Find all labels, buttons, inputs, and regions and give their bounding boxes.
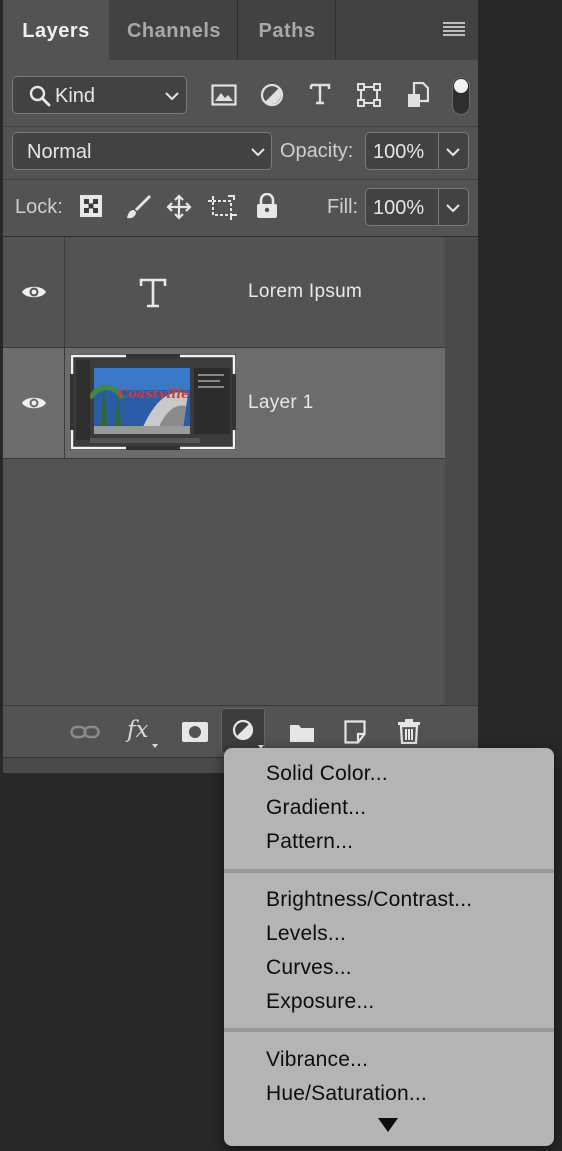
smart-object-filter-icon[interactable]: [407, 82, 429, 108]
menu-item-solid-color[interactable]: Solid Color...: [266, 762, 388, 786]
blend-mode-value: Normal: [27, 141, 92, 163]
fill-field[interactable]: 100%: [365, 188, 469, 226]
menu-item-levels[interactable]: Levels...: [266, 922, 346, 946]
menu-scroll-down-arrow[interactable]: [378, 1118, 398, 1132]
layer-name[interactable]: Lorem Ipsum: [248, 281, 362, 303]
tab-paths[interactable]: Paths: [239, 0, 336, 60]
lock-position-icon[interactable]: [165, 193, 193, 221]
adjustment-filter-icon[interactable]: [260, 83, 284, 107]
menu-item-curves[interactable]: Curves...: [266, 956, 352, 980]
layer-name[interactable]: Layer 1: [248, 392, 313, 414]
panel-menu-icon[interactable]: [443, 22, 465, 36]
panel-tab-bar: Layers Channels Paths: [3, 0, 478, 60]
opacity-field[interactable]: 100%: [365, 132, 469, 170]
text-layer-icon: [139, 278, 167, 308]
image-filter-icon[interactable]: [211, 84, 237, 106]
layers-panel: Layers Channels Paths Kind Normal Opacit…: [2, 0, 479, 773]
lock-artboard-icon[interactable]: [208, 193, 238, 221]
search-icon: [29, 85, 51, 107]
lock-label: Lock:: [15, 196, 63, 218]
layer-row-image[interactable]: Coastville Layer 1: [3, 348, 445, 459]
scrollbar-track[interactable]: [445, 237, 478, 705]
menu-item-brightness-contrast[interactable]: Brightness/Contrast...: [266, 888, 472, 912]
adjustment-layer-menu: Solid Color... Gradient... Pattern... Br…: [224, 748, 554, 1146]
opacity-label: Opacity:: [280, 140, 354, 162]
menu-item-pattern[interactable]: Pattern...: [266, 830, 353, 854]
lock-transparent-pixels-icon[interactable]: [80, 195, 102, 217]
chevron-down-icon: [251, 148, 265, 157]
chevron-down-icon: [165, 92, 179, 101]
menu-item-hue-saturation[interactable]: Hue/Saturation...: [266, 1082, 427, 1106]
layer-thumbnail[interactable]: Coastville: [70, 354, 236, 450]
type-filter-icon[interactable]: [309, 83, 331, 105]
lock-row: Lock: Fill: 100%: [3, 180, 478, 237]
chevron-down-icon[interactable]: [446, 147, 460, 157]
filter-kind-dropdown[interactable]: Kind: [12, 76, 187, 114]
new-layer-icon[interactable]: [344, 720, 366, 744]
filter-row: Kind: [3, 60, 478, 127]
eye-icon[interactable]: [21, 394, 47, 412]
link-layers-icon[interactable]: [70, 724, 100, 740]
delete-layer-trash-icon[interactable]: [398, 718, 420, 744]
filter-kind-label: Kind: [55, 85, 96, 107]
add-mask-icon[interactable]: [182, 722, 208, 742]
fx-icon[interactable]: fx: [127, 717, 148, 743]
chevron-down-icon[interactable]: [446, 203, 460, 213]
visibility-toggle[interactable]: [3, 237, 65, 347]
blend-row: Normal Opacity: 100%: [3, 127, 478, 180]
menu-item-exposure[interactable]: Exposure...: [266, 990, 374, 1014]
lock-all-icon[interactable]: [256, 193, 278, 219]
layer-row-text[interactable]: Lorem Ipsum: [3, 237, 445, 348]
new-group-folder-icon[interactable]: [289, 722, 315, 743]
eye-icon[interactable]: [21, 283, 47, 301]
filter-toggle[interactable]: [452, 77, 470, 115]
lock-image-pixels-icon[interactable]: [123, 193, 151, 221]
layers-list: Lorem Ipsum Coastville Layer 1: [3, 237, 478, 705]
menu-item-gradient[interactable]: Gradient...: [266, 796, 366, 820]
fill-value: 100%: [373, 197, 425, 219]
fx-dropdown-arrow: [152, 744, 158, 748]
blend-mode-dropdown[interactable]: Normal: [12, 132, 272, 170]
fill-label: Fill:: [327, 196, 359, 218]
menu-item-vibrance[interactable]: Vibrance...: [266, 1048, 368, 1072]
adjustment-layer-icon: [232, 719, 254, 741]
shape-filter-icon[interactable]: [357, 83, 381, 107]
menu-separator: [224, 869, 554, 873]
menu-separator: [224, 1028, 554, 1032]
tab-channels[interactable]: Channels: [111, 0, 238, 60]
tab-layers[interactable]: Layers: [3, 0, 109, 60]
visibility-toggle[interactable]: [3, 348, 65, 458]
opacity-value: 100%: [373, 141, 425, 163]
selection-corner-marks: [70, 354, 236, 450]
